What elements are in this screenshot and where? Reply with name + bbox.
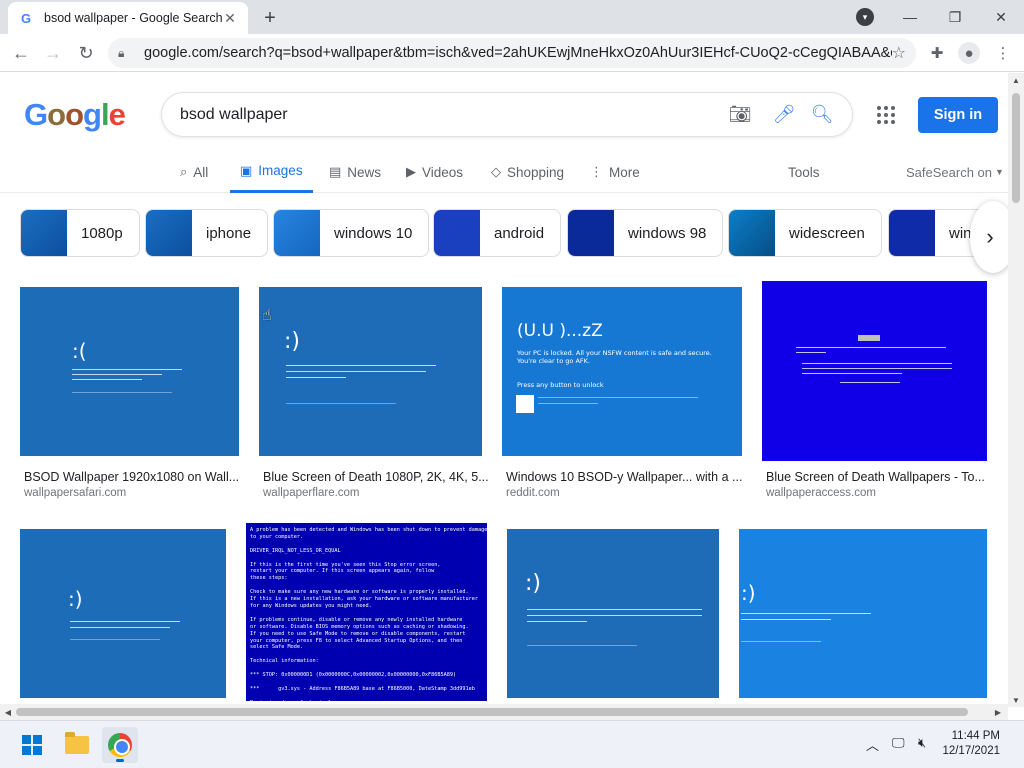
minimize-button[interactable]: — bbox=[895, 4, 925, 30]
horizontal-scroll-thumb[interactable] bbox=[16, 708, 968, 716]
video-icon: ▶ bbox=[406, 164, 416, 179]
chip-windows-98[interactable]: windows 98 bbox=[567, 209, 724, 257]
tab-shopping[interactable]: ◇ Shopping bbox=[491, 151, 564, 193]
taskbar-clock[interactable]: 11:44 PM 12/17/2021 bbox=[940, 729, 1000, 759]
windows-taskbar: ︿ 🖵︎ 🔇︎ 11:44 PM 12/17/2021 bbox=[0, 720, 1024, 768]
scroll-down-icon[interactable]: ▼ bbox=[1008, 693, 1024, 707]
camera-search-icon[interactable]: 📷︎ bbox=[728, 103, 752, 127]
result-source[interactable]: reddit.com bbox=[506, 487, 560, 499]
result-source[interactable]: wallpaperaccess.com bbox=[766, 487, 876, 499]
windows-logo-icon bbox=[22, 735, 42, 755]
result-title[interactable]: BSOD Wallpaper 1920x1080 on Wall... bbox=[24, 470, 239, 484]
safesearch-toggle[interactable]: SafeSearch on ▼ bbox=[906, 151, 1004, 193]
search-type-tabs: ⌕ All ▣ Images ▤ News ▶ Videos ◇ Shopping ⋮ Mo… bbox=[0, 151, 1008, 193]
microphone-icon[interactable]: 🎤︎ bbox=[772, 103, 796, 127]
bookmark-star-icon[interactable]: ☆ bbox=[892, 43, 906, 63]
extensions-icon[interactable]: ✚ bbox=[926, 42, 948, 64]
back-button[interactable]: ← bbox=[8, 40, 34, 66]
result-thumbnail[interactable] bbox=[762, 281, 987, 461]
tab-title: bsod wallpaper - Google Search bbox=[44, 11, 222, 25]
tab-all[interactable]: ⌕ All bbox=[180, 151, 208, 193]
speaker-muted-icon[interactable]: 🔇︎ bbox=[918, 735, 926, 751]
result-title[interactable]: Blue Screen of Death Wallpapers - To... bbox=[766, 470, 985, 484]
qr-code-icon bbox=[516, 395, 534, 413]
folder-icon bbox=[65, 732, 89, 754]
chip-1080p[interactable]: 1080p bbox=[20, 209, 140, 257]
scroll-right-icon[interactable]: ▶ bbox=[990, 704, 1006, 720]
result-source[interactable]: wallpapersafari.com bbox=[24, 487, 126, 499]
sign-in-button[interactable]: Sign in bbox=[918, 97, 998, 133]
reload-button[interactable]: ↻ bbox=[73, 40, 99, 66]
chevron-up-icon[interactable]: ︿ bbox=[866, 735, 879, 754]
chip-android[interactable]: android bbox=[433, 209, 562, 257]
browser-toolbar: ← → ↻ 🔒︎ google.com/search?q=bsod+wallpa… bbox=[0, 34, 1024, 72]
news-icon: ▤ bbox=[329, 164, 342, 179]
tag-icon: ◇ bbox=[491, 164, 501, 179]
search-icon[interactable]: 🔍︎ bbox=[810, 103, 834, 127]
more-vert-icon: ⋮ bbox=[590, 164, 603, 179]
menu-kebab-icon[interactable]: ⋮ bbox=[992, 42, 1014, 64]
tab-images[interactable]: ▣ Images bbox=[230, 151, 313, 193]
forward-button[interactable]: → bbox=[40, 40, 66, 66]
display-icon[interactable]: 🖵︎ bbox=[892, 735, 905, 751]
google-images-page: Google bsod wallpaper 📷︎ 🎤︎ 🔍︎ Sign in ⌕… bbox=[0, 73, 1008, 707]
clock-date: 12/17/2021 bbox=[942, 745, 1000, 757]
chrome-icon bbox=[108, 733, 132, 757]
caret-down-icon: ▼ bbox=[995, 167, 1004, 177]
vertical-scroll-thumb[interactable] bbox=[1012, 93, 1020, 203]
chrome-taskbar-button[interactable] bbox=[102, 727, 138, 763]
chip-windows-10[interactable]: windows 10 bbox=[273, 209, 430, 257]
browser-tab[interactable]: G bsod wallpaper - Google Search ✕ bbox=[8, 2, 248, 34]
scroll-left-icon[interactable]: ◀ bbox=[0, 704, 16, 720]
vertical-scrollbar[interactable]: ▲ ▼ bbox=[1008, 73, 1024, 707]
result-thumbnail[interactable]: (U.U )...zZ Your PC is locked. All your … bbox=[502, 287, 742, 456]
result-thumbnail[interactable]: :) bbox=[739, 529, 987, 698]
result-thumbnail[interactable]: :) bbox=[20, 529, 226, 698]
tab-search-button[interactable]: ▾ bbox=[856, 8, 874, 26]
chip-widescreen[interactable]: widescreen bbox=[728, 209, 882, 257]
google-apps-icon[interactable] bbox=[874, 103, 898, 127]
horizontal-scrollbar[interactable]: ◀ ▶ bbox=[0, 704, 1008, 720]
result-thumbnail[interactable]: A problem has been detected and Windows … bbox=[246, 523, 487, 701]
result-title[interactable]: Blue Screen of Death 1080P, 2K, 4K, 5... bbox=[263, 470, 489, 484]
lock-icon[interactable]: 🔒︎ bbox=[118, 46, 134, 61]
chip-iphone[interactable]: iphone bbox=[145, 209, 269, 257]
tab-news[interactable]: ▤ News bbox=[329, 151, 381, 193]
chevron-right-icon[interactable]: › bbox=[970, 201, 1008, 273]
profile-avatar-icon[interactable]: ● bbox=[958, 42, 980, 64]
active-indicator bbox=[116, 759, 124, 762]
result-thumbnail[interactable]: :) bbox=[507, 529, 719, 698]
result-title[interactable]: Windows 10 BSOD-y Wallpaper... with a ..… bbox=[506, 470, 742, 484]
address-bar[interactable]: 🔒︎ google.com/search?q=bsod+wallpaper&tb… bbox=[108, 38, 916, 68]
search-input[interactable]: bsod wallpaper bbox=[180, 106, 708, 124]
result-source[interactable]: wallpaperflare.com bbox=[263, 487, 360, 499]
url-text[interactable]: google.com/search?q=bsod+wallpaper&tbm=i… bbox=[144, 45, 892, 61]
search-icon: ⌕ bbox=[180, 164, 188, 179]
new-tab-button[interactable]: + bbox=[258, 6, 282, 30]
start-button[interactable] bbox=[14, 727, 50, 763]
file-explorer-button[interactable] bbox=[59, 727, 95, 763]
tab-strip: G bsod wallpaper - Google Search ✕ + ▾ —… bbox=[0, 0, 1024, 34]
clock-time: 11:44 PM bbox=[951, 730, 1000, 742]
search-box[interactable]: bsod wallpaper 📷︎ 🎤︎ 🔍︎ bbox=[161, 92, 853, 137]
result-thumbnail[interactable]: :) bbox=[259, 287, 482, 456]
image-icon: ▣ bbox=[240, 162, 253, 178]
tab-videos[interactable]: ▶ Videos bbox=[406, 151, 463, 193]
google-favicon-icon: G bbox=[20, 10, 32, 26]
tab-more[interactable]: ⋮ More bbox=[590, 151, 640, 193]
hand-cursor-icon: ☝ bbox=[262, 307, 272, 324]
restore-button[interactable]: ❐ bbox=[940, 4, 970, 30]
close-tab-icon[interactable]: ✕ bbox=[222, 10, 238, 26]
result-thumbnail[interactable]: :( bbox=[20, 287, 239, 456]
google-doodle-logo[interactable]: Google bbox=[24, 97, 126, 133]
tools-button[interactable]: Tools bbox=[788, 151, 820, 193]
scroll-up-icon[interactable]: ▲ bbox=[1008, 73, 1024, 87]
close-window-button[interactable]: ✕ bbox=[986, 4, 1016, 30]
